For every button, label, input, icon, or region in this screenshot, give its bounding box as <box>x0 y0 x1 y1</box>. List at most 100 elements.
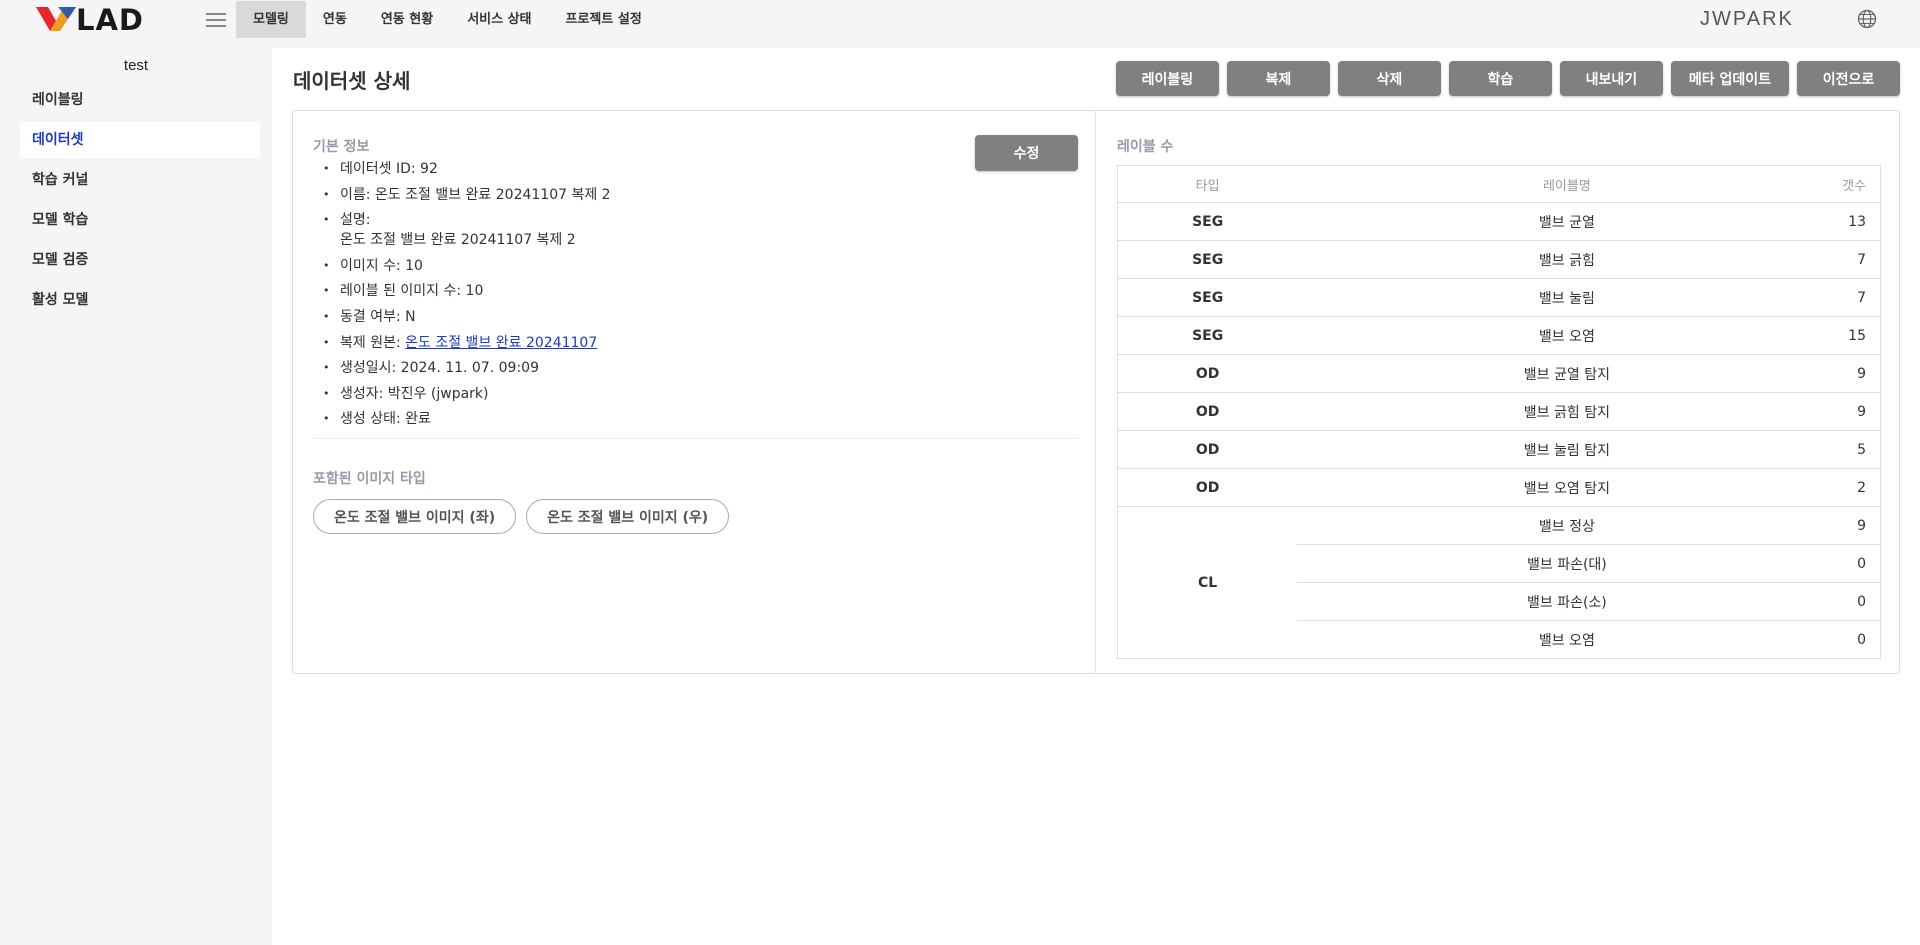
row-label-name: 밸브 파손(대) <box>1297 544 1837 583</box>
column-count: 갯수 <box>1836 165 1881 203</box>
row-type: OD <box>1117 430 1298 469</box>
svg-text:LAD: LAD <box>76 3 144 33</box>
sidebar-item-active-model[interactable]: 활성 모델 <box>20 282 260 318</box>
nav-service-status[interactable]: 서비스 상태 <box>450 1 548 38</box>
nav-integration-status[interactable]: 연동 현황 <box>364 1 450 38</box>
delete-button[interactable]: 삭제 <box>1337 61 1441 96</box>
sidebar-item-dataset[interactable]: 데이터셋 <box>20 122 260 158</box>
row-count: 7 <box>1836 278 1881 317</box>
image-type-chips: 온도 조절 밸브 이미지 (좌) 온도 조절 밸브 이미지 (우) <box>313 499 730 534</box>
sidebar-item-model-training[interactable]: 모델 학습 <box>20 202 260 238</box>
row-label-name: 밸브 긁힘 탐지 <box>1297 392 1837 431</box>
globe-icon[interactable] <box>1857 9 1877 29</box>
sidebar-item-labeling[interactable]: 레이블링 <box>20 82 260 118</box>
row-type: OD <box>1117 354 1298 393</box>
row-count: 9 <box>1836 506 1881 545</box>
row-label-name: 밸브 정상 <box>1297 506 1837 545</box>
edit-button[interactable]: 수정 <box>975 135 1078 171</box>
nav-integration[interactable]: 연동 <box>306 1 364 38</box>
table-row: SEG 밸브 눌림 7 <box>1117 278 1881 317</box>
row-label-name: 밸브 긁힘 <box>1297 240 1837 279</box>
creator: 생성자: 박진우 (jwpark) <box>319 384 611 404</box>
label-count-table: 타입 레이블명 갯수 SEG 밸브 균열 13 SEG 밸브 긁힘 7 SEG 밸브 눌림… <box>1117 165 1881 659</box>
table-row: SEG 밸브 긁힘 7 <box>1117 240 1881 279</box>
nav-modeling[interactable]: 모델링 <box>236 1 306 38</box>
table-row: SEG 밸브 오염 15 <box>1117 316 1881 355</box>
meta-update-button[interactable]: 메타 업데이트 <box>1670 61 1789 96</box>
info-list: 데이터셋 ID: 92 이름: 온도 조절 밸브 완료 20241107 복제 … <box>319 159 611 435</box>
page-title: 데이터셋 상세 <box>293 69 411 93</box>
column-type: 타입 <box>1117 165 1298 203</box>
row-label-name: 밸브 눌림 탐지 <box>1297 430 1837 469</box>
row-type: SEG <box>1117 240 1298 279</box>
row-label-name: 밸브 눌림 <box>1297 278 1837 317</box>
action-toolbar: 레이블링 복제 삭제 학습 내보내기 메타 업데이트 이전으로 <box>1115 61 1900 96</box>
frozen-status: 동결 여부: N <box>319 307 611 327</box>
table-row: OD 밸브 오염 탐지 2 <box>1117 468 1881 507</box>
table-row: OD 밸브 긁힘 탐지 9 <box>1117 392 1881 431</box>
table-row: OD 밸브 균열 탐지 9 <box>1117 354 1881 393</box>
table-header-row: 타입 레이블명 갯수 <box>1117 165 1881 203</box>
source-label: 복제 원본: <box>340 334 406 351</box>
label-count-section: 레이블 수 타입 레이블명 갯수 SEG 밸브 균열 13 SEG 밸브 긁힘 7 SE… <box>1097 111 1900 673</box>
top-bar: LAD 모델링 연동 연동 현황 서비스 상태 프로젝트 설정 JWPARK <box>0 0 1920 42</box>
row-label-name: 밸브 오염 <box>1297 316 1837 355</box>
train-button[interactable]: 학습 <box>1448 61 1552 96</box>
dataset-name: 이름: 온도 조절 밸브 완료 20241107 복제 2 <box>319 185 611 205</box>
row-label-name: 밸브 오염 탐지 <box>1297 468 1837 507</box>
row-count: 15 <box>1836 316 1881 355</box>
row-count: 7 <box>1836 240 1881 279</box>
top-nav: 모델링 연동 연동 현황 서비스 상태 프로젝트 설정 <box>236 1 659 38</box>
row-count: 0 <box>1836 620 1881 659</box>
source-dataset-link[interactable]: 온도 조절 밸브 완료 20241107 <box>405 335 597 351</box>
image-type-chip-left[interactable]: 온도 조절 밸브 이미지 (좌) <box>313 499 517 534</box>
sidebar-item-model-validation[interactable]: 모델 검증 <box>20 242 260 278</box>
column-label-name: 레이블명 <box>1297 165 1837 203</box>
image-type-chip-right[interactable]: 온도 조절 밸브 이미지 (우) <box>526 499 730 534</box>
sidebar-item-training-kernel[interactable]: 학습 커널 <box>20 162 260 198</box>
row-label-name: 밸브 오염 <box>1297 620 1837 659</box>
nav-project-settings[interactable]: 프로젝트 설정 <box>549 1 659 38</box>
basic-info-label: 기본 정보 <box>313 139 370 155</box>
created-at: 생성일시: 2024. 11. 07. 09:09 <box>319 358 611 378</box>
image-count: 이미지 수: 10 <box>319 256 611 276</box>
dataset-description: 설명: 온도 조절 밸브 완료 20241107 복제 2 <box>319 210 611 250</box>
row-label-name: 밸브 균열 <box>1297 202 1837 241</box>
duplicate-button[interactable]: 복제 <box>1226 61 1330 96</box>
image-types-label: 포함된 이미지 타입 <box>313 471 426 487</box>
export-button[interactable]: 내보내기 <box>1559 61 1663 96</box>
sidebar: test 레이블링 데이터셋 학습 커널 모델 학습 모델 검증 활성 모델 <box>0 48 272 945</box>
creation-status: 생성 상태: 완료 <box>319 409 611 429</box>
row-count: 0 <box>1836 582 1881 621</box>
row-type-cl: CL <box>1198 574 1218 591</box>
dataset-detail-panel: 기본 정보 수정 데이터셋 ID: 92 이름: 온도 조절 밸브 완료 202… <box>292 110 1900 674</box>
row-count: 13 <box>1836 202 1881 241</box>
row-count: 9 <box>1836 354 1881 393</box>
row-type: OD <box>1117 392 1298 431</box>
row-label-name: 밸브 균열 탐지 <box>1297 354 1837 393</box>
vlad-logo[interactable]: LAD <box>36 3 166 33</box>
basic-info-section: 기본 정보 수정 데이터셋 ID: 92 이름: 온도 조절 밸브 완료 202… <box>293 111 1096 673</box>
labeling-button[interactable]: 레이블링 <box>1115 61 1219 96</box>
sidebar-menu: 레이블링 데이터셋 학습 커널 모델 학습 모델 검증 활성 모델 <box>0 82 272 318</box>
table-row: SEG 밸브 균열 13 <box>1117 202 1881 241</box>
labeled-image-count: 레이블 된 이미지 수: 10 <box>319 281 611 301</box>
row-count: 2 <box>1836 468 1881 507</box>
table-row: OD 밸브 눌림 탐지 5 <box>1117 430 1881 469</box>
row-label-name: 밸브 파손(소) <box>1297 582 1837 621</box>
hamburger-menu-icon[interactable] <box>206 10 226 28</box>
username[interactable]: JWPARK <box>1700 8 1794 31</box>
row-count: 0 <box>1836 544 1881 583</box>
project-name: test <box>123 57 149 74</box>
table-row: CL 밸브 정상 9 <box>1118 506 1881 591</box>
row-type: SEG <box>1117 202 1298 241</box>
description-value: 온도 조절 밸브 완료 20241107 복제 2 <box>340 232 576 249</box>
label-count-label: 레이블 수 <box>1117 139 1174 155</box>
row-type: OD <box>1117 468 1298 507</box>
back-button[interactable]: 이전으로 <box>1797 61 1900 96</box>
source-dataset: 복제 원본: 온도 조절 밸브 완료 20241107 <box>319 333 611 353</box>
description-label: 설명: <box>340 212 371 229</box>
row-type: SEG <box>1117 316 1298 355</box>
row-count: 5 <box>1836 430 1881 469</box>
row-type: SEG <box>1117 278 1298 317</box>
